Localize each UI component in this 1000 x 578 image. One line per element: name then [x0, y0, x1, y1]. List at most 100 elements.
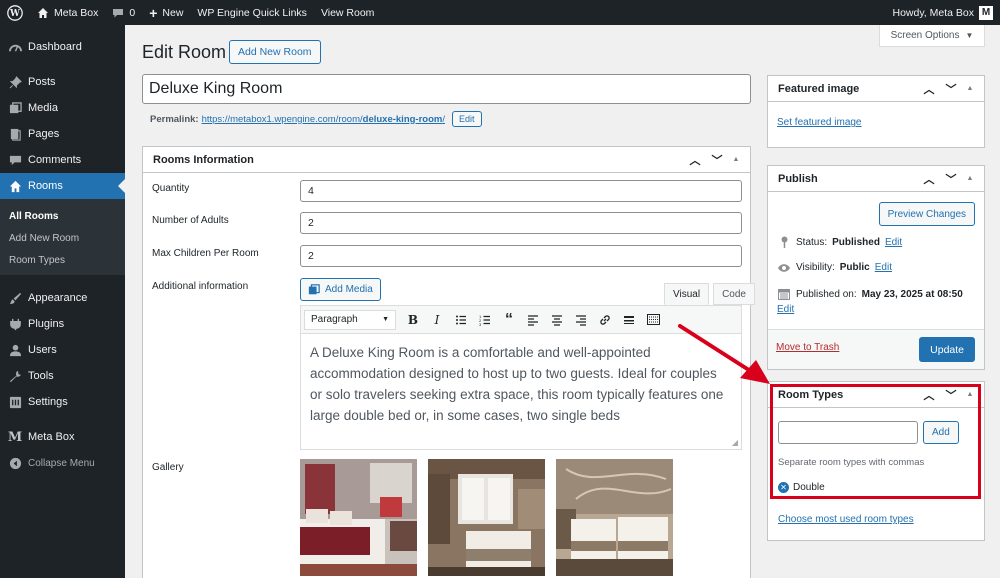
sidebar-item-appearance[interactable]: Appearance [0, 285, 125, 311]
post-title-input[interactable]: Deluxe King Room [142, 74, 751, 104]
room-type-input[interactable] [778, 421, 918, 444]
sidebar-item-dashboard[interactable]: Dashboard [0, 34, 125, 60]
format-select[interactable]: Paragraph ▼ [304, 309, 396, 330]
publish-box-header: Publish ︿ ﹀ ▲ [768, 166, 984, 192]
add-room-type-button[interactable]: Add [923, 421, 959, 444]
sidebar-item-comments[interactable]: Comments [0, 147, 125, 173]
adults-input[interactable]: 2 [300, 212, 742, 234]
move-to-trash-link[interactable]: Move to Trash [776, 342, 839, 353]
edit-status-link[interactable]: Edit [885, 237, 902, 248]
site-name-link[interactable]: Meta Box [30, 0, 105, 25]
gallery-image[interactable] [300, 459, 417, 576]
sidebar-item-settings[interactable]: Settings [0, 389, 125, 415]
sidebar-item-label: Pages [28, 128, 60, 140]
sidebar-item-label: Settings [28, 396, 68, 408]
update-button[interactable]: Update [919, 337, 975, 362]
site-name: Meta Box [54, 6, 99, 19]
sidebar-item-media[interactable]: Media [0, 95, 125, 121]
move-up-icon[interactable]: ︿ [688, 152, 702, 168]
quantity-input[interactable]: 4 [300, 180, 742, 202]
room-types-hint: Separate room types with commas [778, 457, 925, 468]
move-down-icon[interactable]: ﹀ [710, 152, 724, 168]
preview-changes-button[interactable]: Preview Changes [878, 202, 975, 226]
published-label: Published on: [796, 288, 857, 300]
move-down-icon[interactable]: ﹀ [944, 171, 958, 187]
metabox-icon: M [7, 429, 23, 445]
comments-link[interactable]: 0 [105, 0, 142, 25]
sidebar-item-users[interactable]: Users [0, 337, 125, 363]
submenu-add-new-room[interactable]: Add New Room [0, 227, 125, 249]
sidebar-item-plugins[interactable]: Plugins [0, 311, 125, 337]
edit-visibility-link[interactable]: Edit [875, 262, 892, 273]
pages-icon [8, 127, 22, 141]
collapse-label: Collapse Menu [28, 457, 95, 469]
permalink-link[interactable]: https://metabox1.wpengine.com/room/delux… [202, 114, 445, 125]
horizontal-rule-icon[interactable] [618, 310, 640, 330]
gallery-image[interactable] [556, 459, 673, 576]
add-media-button[interactable]: Add Media [300, 278, 381, 301]
toggle-panel-icon[interactable]: ▲ [732, 156, 740, 163]
screen-options-label: Screen Options [890, 30, 960, 41]
edit-permalink-button[interactable]: Edit [451, 111, 482, 127]
move-up-icon[interactable]: ︿ [922, 171, 936, 187]
annotation-arrow-icon [678, 324, 770, 384]
room-type-tag: ✕ Double [778, 482, 825, 493]
gallery-image[interactable] [428, 459, 545, 576]
editor-tabs: Visual Code [660, 283, 755, 305]
link-icon[interactable] [594, 310, 616, 330]
move-down-icon[interactable]: ﹀ [944, 81, 958, 97]
toggle-panel-icon[interactable]: ▲ [966, 85, 974, 92]
toggle-panel-icon[interactable]: ▲ [966, 391, 974, 398]
view-room-link[interactable]: View Room [314, 0, 382, 25]
sidebar-item-pages[interactable]: Pages [0, 121, 125, 147]
collapse-menu-button[interactable]: Collapse Menu [0, 450, 125, 476]
italic-icon[interactable]: I [426, 310, 448, 330]
bullet-list-icon[interactable] [450, 310, 472, 330]
align-center-icon[interactable] [546, 310, 568, 330]
submenu-all-rooms[interactable]: All Rooms [0, 205, 125, 227]
edit-date-link[interactable]: Edit [777, 304, 794, 315]
quick-links-link[interactable]: WP Engine Quick Links [190, 0, 314, 25]
set-featured-image-link[interactable]: Set featured image [777, 117, 862, 128]
sidebar-item-rooms[interactable]: Rooms [0, 173, 125, 199]
align-left-icon[interactable] [522, 310, 544, 330]
bold-icon[interactable]: B [402, 310, 424, 330]
move-up-icon[interactable]: ︿ [922, 81, 936, 97]
svg-text:3: 3 [479, 322, 482, 326]
toolbar-toggle-icon[interactable] [642, 310, 664, 330]
remove-tag-icon[interactable]: ✕ [778, 482, 789, 493]
screen-options-button[interactable]: Screen Options ▼ [879, 25, 985, 47]
sidebar-item-meta-box[interactable]: M Meta Box [0, 424, 125, 450]
add-new-room-button[interactable]: Add New Room [229, 40, 321, 64]
editor-toolbar: Paragraph ▼ B I 123 “ [301, 306, 741, 334]
blockquote-icon[interactable]: “ [498, 310, 520, 330]
sidebar-item-label: Meta Box [28, 431, 75, 443]
children-input[interactable]: 2 [300, 245, 742, 267]
sidebar-item-posts[interactable]: Posts [0, 69, 125, 95]
additional-info-label: Additional information [152, 281, 249, 292]
wordpress-logo-icon[interactable]: W [0, 0, 30, 25]
numbered-list-icon[interactable]: 123 [474, 310, 496, 330]
users-icon [8, 343, 22, 357]
comment-icon [8, 153, 22, 167]
move-down-icon[interactable]: ﹀ [944, 387, 958, 403]
choose-most-used-link[interactable]: Choose most used room types [778, 514, 914, 525]
gallery-label: Gallery [152, 462, 184, 473]
room-types-box-header: Room Types ︿ ﹀ ▲ [768, 382, 984, 408]
align-right-icon[interactable] [570, 310, 592, 330]
account-menu[interactable]: Howdy, Meta Box M [885, 0, 1000, 25]
tab-visual[interactable]: Visual [664, 283, 710, 305]
editor-content[interactable]: A Deluxe King Room is a comfortable and … [301, 334, 741, 444]
submenu-room-types[interactable]: Room Types [0, 249, 125, 271]
move-up-icon[interactable]: ︿ [922, 387, 936, 403]
permalink-label: Permalink: [150, 113, 199, 125]
resize-handle-icon[interactable]: ◢ [732, 438, 738, 447]
status-label: Status: [796, 236, 828, 248]
collapse-icon [8, 456, 22, 470]
room-type-tag-label: Double [793, 482, 825, 493]
new-content-link[interactable]: + New [142, 0, 190, 25]
sidebar-item-label: Users [28, 344, 57, 356]
sidebar-item-tools[interactable]: Tools [0, 363, 125, 389]
tab-code[interactable]: Code [713, 283, 755, 305]
toggle-panel-icon[interactable]: ▲ [966, 175, 974, 182]
